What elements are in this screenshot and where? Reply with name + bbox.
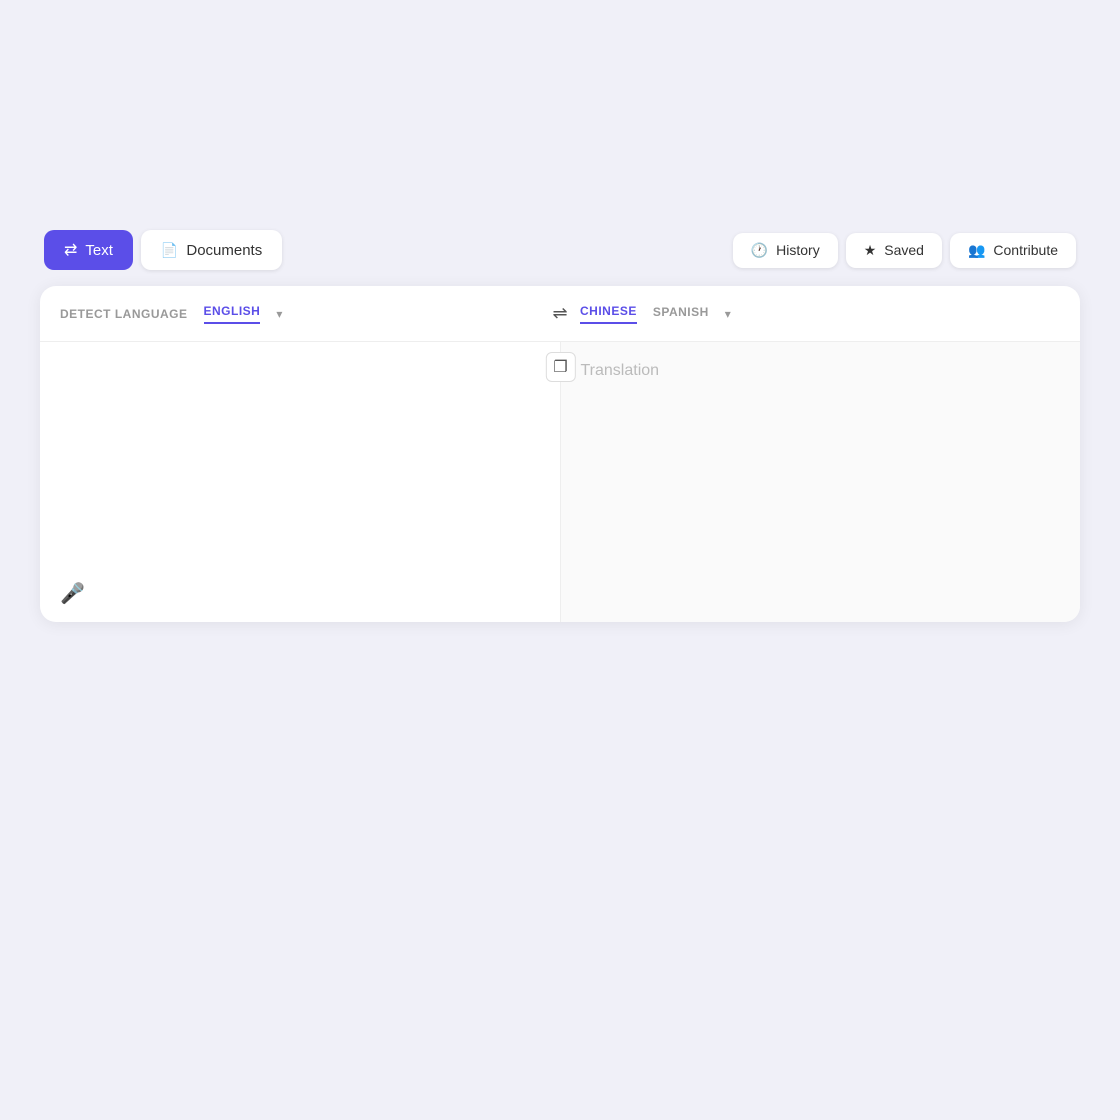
translation-placeholder: Translation: [581, 362, 660, 379]
target-language-spanish[interactable]: SPANISH: [653, 305, 709, 323]
history-button[interactable]: 🕐 History: [733, 233, 838, 268]
source-language-dropdown[interactable]: ▾: [276, 307, 282, 321]
documents-button-label: Documents: [186, 242, 262, 259]
target-language-bar: CHINESE SPANISH ▾: [540, 304, 1060, 324]
detect-language-option[interactable]: DETECT LANGUAGE: [60, 307, 188, 321]
target-language-chinese[interactable]: CHINESE: [580, 304, 637, 324]
copy-icon: ❐: [553, 359, 567, 376]
contribute-button-label: Contribute: [993, 242, 1058, 258]
copy-translation-button[interactable]: ❐: [545, 352, 575, 382]
saved-button[interactable]: ★ Saved: [846, 233, 942, 268]
text-button-label: Text: [85, 242, 113, 259]
people-icon: 👥: [968, 242, 985, 259]
toolbar: ⇄ Text 📄 Documents 🕐 History ★ Saved 👥 C…: [40, 230, 1080, 270]
swap-languages-button[interactable]: ⇌: [552, 303, 567, 324]
star-icon: ★: [864, 242, 877, 259]
text-button[interactable]: ⇄ Text: [44, 230, 133, 270]
source-chevron-icon: ▾: [276, 307, 282, 321]
source-language-english[interactable]: ENGLISH: [204, 304, 261, 324]
target-chevron-icon: ▾: [725, 307, 731, 321]
language-bar: DETECT LANGUAGE ENGLISH ▾ ⇌ CHINESE SPAN…: [40, 286, 1080, 342]
document-icon: 📄: [161, 242, 178, 259]
toolbar-left: ⇄ Text 📄 Documents: [44, 230, 282, 270]
source-text-panel: 🎤: [40, 342, 561, 622]
documents-button[interactable]: 📄 Documents: [141, 230, 282, 270]
target-text-panel: Translation: [561, 342, 1081, 622]
microphone-button[interactable]: 🎤: [60, 581, 85, 606]
saved-button-label: Saved: [884, 242, 924, 258]
translator-card: DETECT LANGUAGE ENGLISH ▾ ⇌ CHINESE SPAN…: [40, 286, 1080, 622]
translate-icon: ⇄: [64, 240, 77, 260]
translation-area: 🎤 ❐ Translation: [40, 342, 1080, 622]
history-button-label: History: [776, 242, 820, 258]
microphone-icon: 🎤: [60, 583, 85, 605]
source-language-bar: DETECT LANGUAGE ENGLISH ▾: [60, 304, 540, 324]
toolbar-right: 🕐 History ★ Saved 👥 Contribute: [733, 233, 1076, 268]
history-icon: 🕐: [751, 242, 768, 259]
contribute-button[interactable]: 👥 Contribute: [950, 233, 1076, 268]
source-text-input[interactable]: [60, 362, 540, 602]
app-container: ⇄ Text 📄 Documents 🕐 History ★ Saved 👥 C…: [40, 110, 1080, 1010]
swap-icon: ⇌: [552, 303, 567, 323]
target-language-dropdown[interactable]: ▾: [725, 307, 731, 321]
